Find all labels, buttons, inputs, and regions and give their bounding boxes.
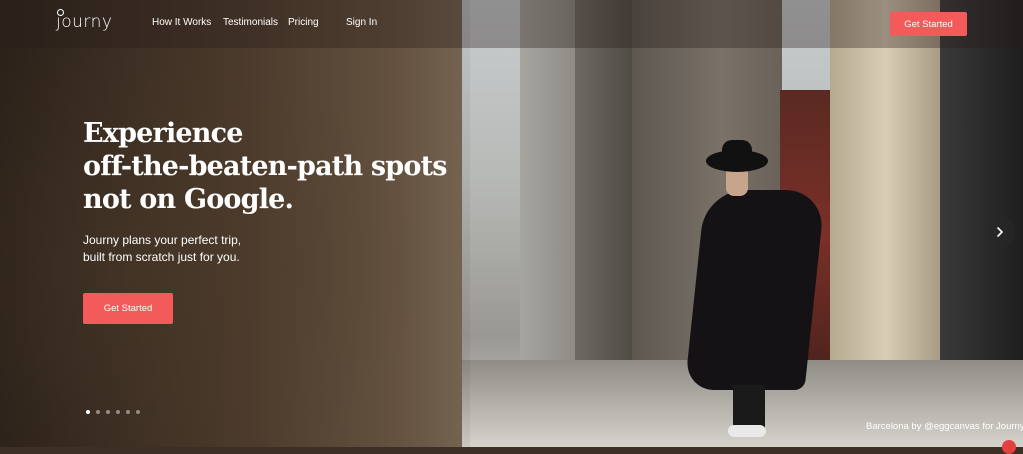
walking-woman [684,190,826,390]
chevron-right-icon [997,227,1003,237]
hero-background-photo [0,0,1023,447]
overlay-shade [0,0,470,447]
woman-hat-crown [722,140,752,166]
hero-title-line: off-the-beaten-path spots [83,151,447,182]
building [520,0,580,380]
hero-subtitle-line: built from scratch just for you. [83,250,240,264]
carousel-dot[interactable] [106,410,110,414]
carousel-next-button[interactable] [984,216,1016,248]
header-get-started-button[interactable]: Get Started [890,12,967,36]
carousel-dot[interactable] [126,410,130,414]
nav-how-it-works[interactable]: How It Works [152,17,211,28]
nav-sign-in[interactable]: Sign In [346,17,377,28]
carousel-dot[interactable] [86,410,90,414]
top-navbar: journy How It Works Testimonials Pricing… [0,0,1023,48]
notification-badge[interactable] [1002,440,1016,454]
hero-subtitle-line: Journy plans your perfect trip, [83,233,242,247]
logo[interactable]: journy [56,12,112,32]
nav-pricing[interactable]: Pricing [288,17,319,28]
woman-legs [733,385,765,430]
photo-credit: Barcelona by @eggcanvas for Journy [866,421,1023,432]
hero-title-line: not on Google. [83,184,294,215]
building [575,0,635,400]
hero-subtitle: Journy plans your perfect trip, built fr… [83,232,241,266]
carousel-dot[interactable] [136,410,140,414]
hero-title: Experience off-the-beaten-path spots not… [83,117,463,216]
carousel-dot[interactable] [96,410,100,414]
carousel-dots [86,410,140,414]
hero-get-started-button[interactable]: Get Started [83,293,173,324]
woman-shoes [728,425,766,437]
carousel-dot[interactable] [116,410,120,414]
nav-testimonials[interactable]: Testimonials [223,17,278,28]
hero-title-line: Experience [83,118,243,149]
